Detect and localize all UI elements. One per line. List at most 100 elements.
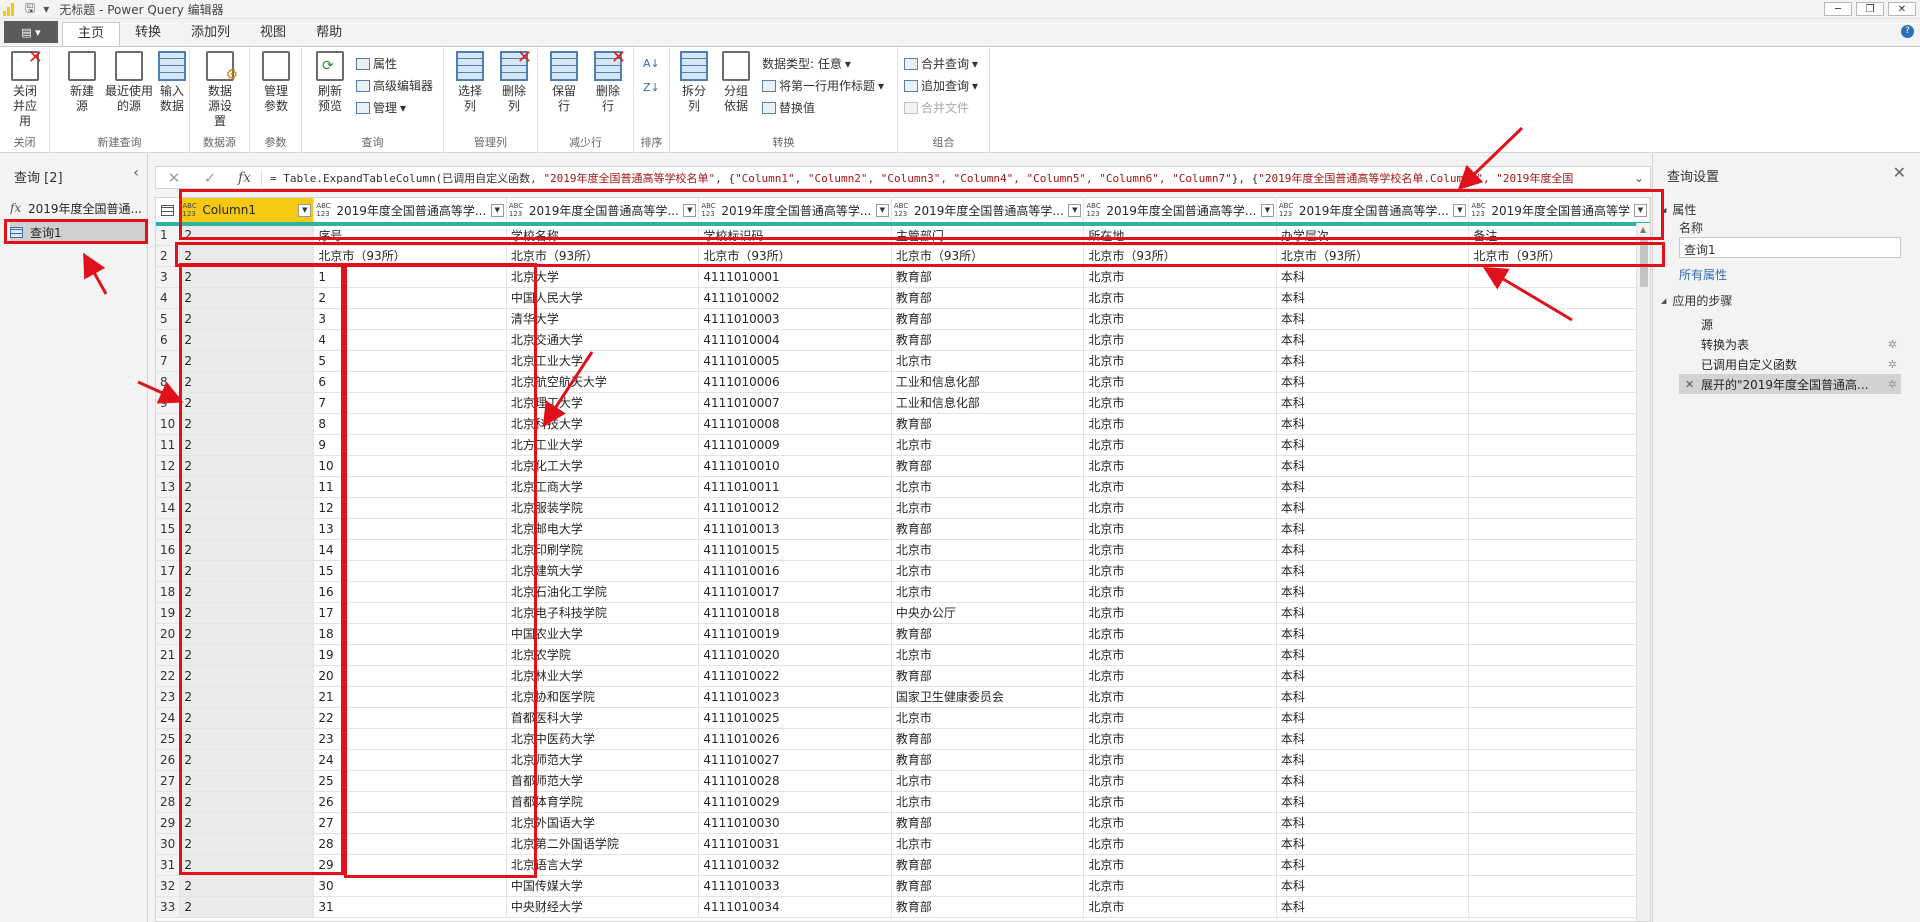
column-filter-dropdown-icon[interactable]: ▼ [490, 203, 504, 217]
tab-home[interactable]: 主页 [62, 22, 121, 46]
type-any-icon[interactable]: ABC 123 [509, 202, 525, 218]
choose-columns-button[interactable]: 选择列 [448, 51, 492, 114]
gear-icon[interactable]: ✲ [1888, 378, 1897, 391]
formula-input[interactable]: = Table.ExpandTableColumn(已调用自定义函数, "201… [262, 170, 1628, 186]
row-number[interactable]: 20 [156, 623, 181, 645]
table-cell[interactable]: 教育部 [891, 287, 1085, 309]
table-cell[interactable]: 21 [313, 686, 507, 708]
type-any-icon[interactable]: ABC 123 [894, 202, 910, 218]
table-cell[interactable]: 教育部 [891, 518, 1085, 540]
table-cell[interactable]: 中国人民大学 [506, 287, 700, 309]
table-cell[interactable]: 北京市 [1083, 833, 1277, 855]
table-cell[interactable] [1468, 287, 1650, 309]
table-cell[interactable]: 18 [313, 623, 507, 645]
row-number[interactable]: 4 [156, 287, 181, 309]
column-header[interactable]: ABC 123 2019年度全国普通高等学... ▼ [891, 198, 1085, 226]
table-cell[interactable]: 2 [179, 896, 315, 918]
table-cell[interactable]: 学校标识码 [698, 224, 892, 246]
table-cell[interactable] [1468, 770, 1650, 792]
table-cell[interactable]: 北京市 [1083, 665, 1277, 687]
table-cell[interactable]: 主管部门 [891, 224, 1085, 246]
minimize-button[interactable]: ─ [1824, 2, 1852, 16]
row-number[interactable]: 23 [156, 686, 181, 708]
table-cell[interactable]: 4111010002 [698, 287, 892, 309]
table-cell[interactable]: 北京市 [1083, 476, 1277, 498]
table-cell[interactable]: 本科 [1276, 749, 1470, 771]
table-cell[interactable]: 4111010026 [698, 728, 892, 750]
row-number[interactable]: 26 [156, 749, 181, 771]
table-cell[interactable]: 本科 [1276, 791, 1470, 813]
table-cell[interactable]: 中央财经大学 [506, 896, 700, 918]
table-cell[interactable]: 北京市（93所） [506, 245, 700, 267]
table-cell[interactable]: 22 [313, 707, 507, 729]
table-cell[interactable]: 2 [179, 266, 315, 288]
table-cell[interactable]: 11 [313, 476, 507, 498]
row-number[interactable]: 33 [156, 896, 181, 918]
table-cell[interactable]: 本科 [1276, 497, 1470, 519]
type-any-icon[interactable]: ABC 123 [1471, 202, 1487, 218]
table-cell[interactable]: 9 [313, 434, 507, 456]
table-cell[interactable]: 本科 [1276, 833, 1470, 855]
table-cell[interactable]: 北京林业大学 [506, 665, 700, 687]
table-cell[interactable]: 本科 [1276, 329, 1470, 351]
advanced-editor-button[interactable]: 高级编辑器 [356, 77, 433, 94]
recent-sources-button[interactable]: 最近使用的源 [104, 51, 154, 114]
table-cell[interactable]: 2 [179, 602, 315, 624]
table-cell[interactable]: 2 [179, 476, 315, 498]
commit-formula-icon[interactable]: ✓ [192, 169, 228, 187]
table-cell[interactable]: 北京市 [1083, 770, 1277, 792]
column-filter-dropdown-icon[interactable]: ▼ [1068, 203, 1082, 217]
table-cell[interactable]: 北京市 [1083, 749, 1277, 771]
table-cell[interactable]: 北京市 [891, 770, 1085, 792]
table-cell[interactable]: 4111010008 [698, 413, 892, 435]
table-cell[interactable]: 北京市 [1083, 392, 1277, 414]
tab-add-column[interactable]: 添加列 [176, 22, 245, 46]
split-column-button[interactable]: 拆分列 [672, 51, 716, 114]
table-cell[interactable]: 北京市 [891, 644, 1085, 666]
table-cell[interactable]: 4111010020 [698, 644, 892, 666]
table-cell[interactable] [1468, 602, 1650, 624]
table-cell[interactable]: 北京市 [1083, 875, 1277, 897]
table-cell[interactable] [1468, 833, 1650, 855]
table-cell[interactable]: 北京市 [891, 497, 1085, 519]
table-cell[interactable]: 20 [313, 665, 507, 687]
table-cell[interactable]: 本科 [1276, 560, 1470, 582]
keep-rows-button[interactable]: 保留行 [542, 51, 586, 114]
scroll-up-icon[interactable]: ▲ [1640, 225, 1646, 234]
table-cell[interactable]: 北京市 [1083, 371, 1277, 393]
gear-icon[interactable]: ✲ [1888, 358, 1897, 371]
table-cell[interactable]: 本科 [1276, 854, 1470, 876]
table-cell[interactable]: 4111010017 [698, 581, 892, 603]
table-cell[interactable]: 北京市 [1083, 266, 1277, 288]
table-cell[interactable]: 北京电子科技学院 [506, 602, 700, 624]
table-cell[interactable]: 4111010023 [698, 686, 892, 708]
row-number[interactable]: 11 [156, 434, 181, 456]
table-cell[interactable] [1468, 581, 1650, 603]
row-number[interactable]: 29 [156, 812, 181, 834]
table-cell[interactable]: 北京市 [891, 791, 1085, 813]
table-cell[interactable]: 4111010018 [698, 602, 892, 624]
table-cell[interactable]: 4111010004 [698, 329, 892, 351]
applied-steps-header[interactable]: ◢ 应用的步骤 [1661, 292, 1732, 309]
table-cell[interactable]: 28 [313, 833, 507, 855]
table-cell[interactable]: 教育部 [891, 665, 1085, 687]
table-cell[interactable] [1468, 455, 1650, 477]
table-cell[interactable]: 北京市 [1083, 707, 1277, 729]
table-cell[interactable]: 北京市 [891, 434, 1085, 456]
table-cell[interactable]: 北京大学 [506, 266, 700, 288]
row-number[interactable]: 3 [156, 266, 181, 288]
table-cell[interactable]: 备注 [1468, 224, 1650, 246]
table-cell[interactable]: 2 [179, 308, 315, 330]
table-cell[interactable]: 北京市 [891, 707, 1085, 729]
row-number[interactable]: 30 [156, 833, 181, 855]
table-cell[interactable]: 2 [179, 455, 315, 477]
column-filter-dropdown-icon[interactable]: ▼ [875, 203, 889, 217]
table-cell[interactable] [1468, 476, 1650, 498]
table-cell[interactable]: 本科 [1276, 875, 1470, 897]
table-cell[interactable]: 所在地 [1083, 224, 1277, 246]
table-cell[interactable]: 4111010009 [698, 434, 892, 456]
tab-help[interactable]: 帮助 [301, 22, 357, 46]
column-header[interactable]: ABC 123 2019年度全国普通高等学 ▼ [1468, 198, 1650, 226]
table-cell[interactable]: 17 [313, 602, 507, 624]
table-cell[interactable]: 北京科技大学 [506, 413, 700, 435]
